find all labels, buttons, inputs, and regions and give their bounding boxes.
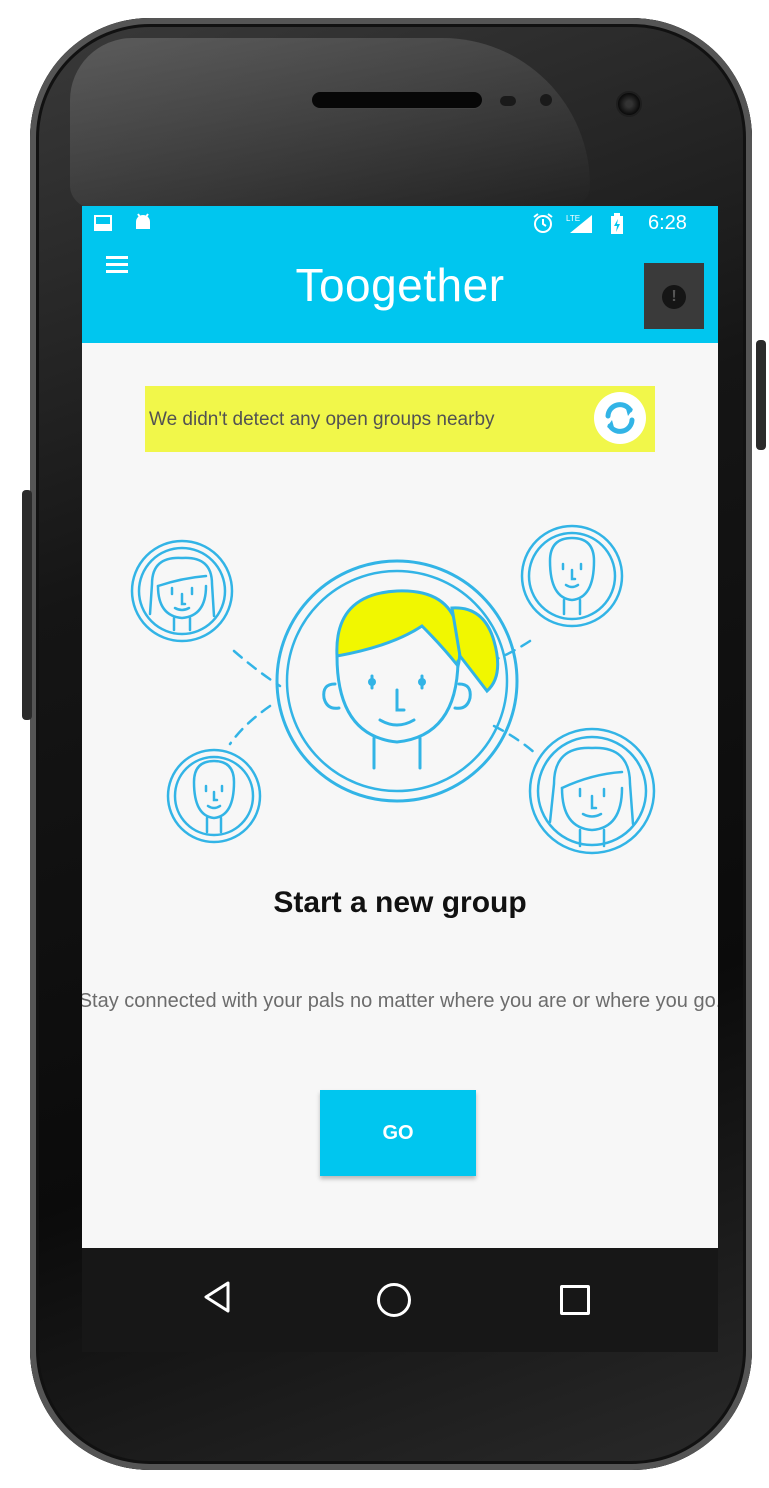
navigation-bar xyxy=(82,1248,718,1352)
earpiece-speaker xyxy=(312,92,482,108)
refresh-icon xyxy=(605,402,635,434)
refresh-button[interactable] xyxy=(594,392,646,444)
no-groups-banner: We didn't detect any open groups nearby xyxy=(145,386,655,452)
battery-icon xyxy=(611,213,623,234)
app-screen: LTE 6:28 Toogether ! We didn't detect an… xyxy=(82,206,718,1248)
lte-signal-icon: LTE xyxy=(566,214,592,233)
phone-sheen xyxy=(70,38,590,208)
light-sensor xyxy=(540,94,552,106)
headline: Start a new group xyxy=(273,886,527,919)
back-icon[interactable] xyxy=(202,1280,232,1314)
group-people-illustration xyxy=(130,524,656,855)
app-title: Toogether xyxy=(295,259,505,311)
android-notification-icon xyxy=(136,213,150,229)
front-camera xyxy=(616,91,642,117)
banner-message: We didn't detect any open groups nearby xyxy=(149,409,495,430)
home-icon[interactable] xyxy=(377,1283,411,1317)
app-bar: Toogether xyxy=(82,240,718,343)
alarm-icon xyxy=(533,213,553,233)
alert-button[interactable]: ! xyxy=(644,263,704,329)
power-button xyxy=(756,340,766,450)
status-time: 6:28 xyxy=(648,212,687,234)
proximity-sensor xyxy=(500,96,516,106)
status-bar: LTE 6:28 xyxy=(82,206,718,240)
recents-icon[interactable] xyxy=(560,1285,590,1315)
go-button[interactable]: GO xyxy=(320,1090,476,1176)
alert-icon: ! xyxy=(662,285,686,309)
volume-button xyxy=(22,490,32,720)
svg-text:LTE: LTE xyxy=(566,214,580,223)
description-text: Stay connected with your pals no matter … xyxy=(82,990,718,1012)
image-notification-icon xyxy=(94,215,112,231)
